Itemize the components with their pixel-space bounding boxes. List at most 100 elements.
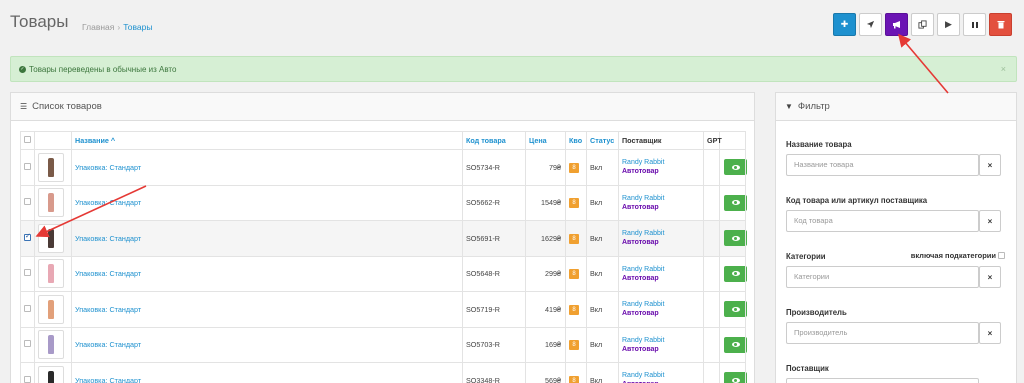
view-button[interactable] (724, 230, 747, 247)
product-code: SO5703-R (462, 326, 526, 363)
auto-product-label: Автотовар (622, 345, 659, 353)
list-icon: ☰ (20, 102, 28, 111)
product-qty-cell: 8 (565, 255, 587, 292)
add-button[interactable]: ✚ (833, 13, 856, 36)
product-table: Название ^ Код товара Цена Кво Статус По… (20, 131, 747, 383)
supplier-link[interactable]: Randy Rabbit (622, 158, 703, 167)
name-filter-label: Название товара (786, 140, 852, 149)
product-thumbnail[interactable] (38, 365, 64, 383)
product-name[interactable]: Упаковка: Стандарт (71, 220, 463, 257)
supplier-link[interactable]: Randy Rabbit (622, 265, 703, 274)
name-filter-clear-button[interactable]: × (979, 154, 1001, 176)
product-thumbnail[interactable] (38, 223, 64, 253)
view-button[interactable] (724, 336, 747, 353)
name-column-header[interactable]: Название ^ (71, 131, 463, 150)
product-code: SO5734-R (462, 149, 526, 186)
delete-button[interactable] (989, 13, 1012, 36)
product-thumbnail[interactable] (38, 152, 64, 182)
row-checkbox[interactable] (24, 375, 31, 383)
product-name[interactable]: Упаковка: Стандарт (71, 255, 463, 292)
product-price: 1549₴ (525, 184, 566, 221)
view-button[interactable] (724, 301, 747, 318)
product-qty-cell: 8 (565, 220, 587, 257)
supplier-filter-input[interactable] (786, 378, 979, 383)
subcategory-option: включая подкатегории (911, 251, 1005, 260)
table-row: Упаковка: Стандарт SO5734-R 79₴ 8 Вкл Randy R… (20, 149, 747, 186)
product-code: SO3348-R (462, 362, 526, 383)
product-name[interactable]: Упаковка: Стандарт (71, 362, 463, 383)
action-cell (719, 184, 747, 221)
subcategory-checkbox[interactable] (998, 252, 1005, 259)
filter-panel: ▼ Фильтр Название товара Название товара… (775, 92, 1017, 383)
success-alert: ✓ Товары переведены в обычные из Авто × (10, 56, 1017, 82)
eye-icon (731, 164, 740, 170)
supplier-link[interactable]: Randy Rabbit (622, 194, 703, 203)
product-code: SO5691-R (462, 220, 526, 257)
product-thumbnail[interactable] (38, 259, 64, 289)
product-bottle-image (48, 264, 54, 284)
play-button[interactable]: ▶ (937, 13, 960, 36)
maker-filter-clear-button[interactable]: × (979, 322, 1001, 344)
row-checkbox[interactable] (24, 340, 31, 348)
product-status: Вкл (586, 255, 619, 292)
alert-close-button[interactable]: × (1001, 64, 1006, 74)
product-code: SO5648-R (462, 255, 526, 292)
product-name[interactable]: Упаковка: Стандарт (71, 326, 463, 363)
supplier-filter-label: Поставщик (786, 364, 829, 373)
copy-icon (918, 20, 927, 29)
row-checkbox[interactable] (24, 269, 31, 277)
name-filter-input[interactable]: Название товара (786, 154, 979, 176)
supplier-link[interactable]: Randy Rabbit (622, 229, 703, 238)
product-image-cell (34, 255, 72, 292)
code-filter-clear-button[interactable]: × (979, 210, 1001, 232)
gpt-column-header: GPT (703, 131, 722, 150)
view-button[interactable] (724, 372, 747, 383)
pause-button[interactable] (963, 13, 986, 36)
price-column-header[interactable]: Цена (525, 131, 566, 150)
product-thumbnail[interactable] (38, 188, 64, 218)
product-image-cell (34, 362, 72, 383)
row-checkbox[interactable] (24, 304, 31, 312)
product-image-cell (34, 291, 72, 328)
code-column-header[interactable]: Код товара (462, 131, 526, 150)
view-button[interactable] (724, 265, 747, 282)
megaphone-button[interactable] (885, 13, 908, 36)
qty-badge: 8 (569, 198, 579, 209)
code-filter-input[interactable]: Код товара (786, 210, 979, 232)
supplier-link[interactable]: Randy Rabbit (622, 300, 703, 309)
qty-badge: 8 (569, 375, 579, 383)
product-name[interactable]: Упаковка: Стандарт (71, 149, 463, 186)
qty-column-header[interactable]: Кво (565, 131, 587, 150)
category-filter-clear-button[interactable]: × (979, 266, 1001, 288)
send-icon (866, 20, 875, 29)
row-checkbox[interactable] (24, 198, 31, 206)
pause-icon (971, 21, 978, 28)
table-row: Упаковка: СтандартSO5691-R1629₴8 ВклRandy… (20, 220, 747, 257)
code-filter-label: Код товара или артикул поставщика (786, 196, 928, 205)
product-name[interactable]: Упаковка: Стандарт (71, 291, 463, 328)
maker-filter-input[interactable]: Производитель (786, 322, 979, 344)
category-filter-input[interactable]: Категории (786, 266, 979, 288)
product-price: 419₴ (525, 291, 566, 328)
copy-button[interactable] (911, 13, 934, 36)
row-checkbox[interactable] (24, 232, 31, 241)
view-button[interactable] (724, 194, 747, 211)
product-thumbnail[interactable] (38, 330, 64, 360)
gpt-cell (703, 149, 720, 186)
breadcrumb-products[interactable]: Товары (123, 22, 152, 32)
product-status: Вкл (586, 291, 619, 328)
product-thumbnail[interactable] (38, 294, 64, 324)
supplier-cell: Randy RabbitАвтотовар (618, 184, 704, 221)
supplier-link[interactable]: Randy Rabbit (622, 371, 703, 380)
status-column-header[interactable]: Статус (586, 131, 619, 150)
supplier-link[interactable]: Randy Rabbit (622, 336, 703, 345)
view-button[interactable] (724, 159, 747, 176)
product-name[interactable]: Упаковка: Стандарт (71, 184, 463, 221)
send-button[interactable] (859, 13, 882, 36)
select-all-checkbox[interactable] (24, 136, 31, 143)
product-status: Вкл (586, 220, 619, 257)
row-checkbox[interactable] (24, 162, 31, 170)
image-header (34, 131, 72, 150)
product-bottle-image (48, 228, 54, 248)
breadcrumb-home[interactable]: Главная (82, 22, 114, 32)
